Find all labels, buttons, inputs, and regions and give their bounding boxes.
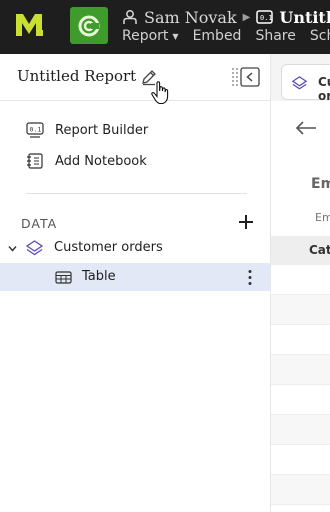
- tree-item-table-label: Table: [82, 269, 116, 284]
- menu-schedule[interactable]: Schedule: [310, 28, 330, 44]
- data-section-title: DATA: [21, 216, 58, 231]
- chevron-down-icon[interactable]: [8, 244, 17, 253]
- table-row: [271, 355, 330, 385]
- hand-cursor-icon: [151, 81, 169, 105]
- table-row: [271, 445, 330, 475]
- table-icon: [55, 271, 72, 284]
- table-row: [271, 265, 330, 295]
- add-icon[interactable]: [238, 214, 254, 230]
- report-title[interactable]: Untitled Report: [17, 67, 136, 85]
- nav-add-notebook[interactable]: Add Notebook: [26, 150, 147, 172]
- tree-item-customer-orders-label: Customer orders: [54, 240, 163, 255]
- empty-subtext: Empty: [315, 211, 330, 224]
- breadcrumb-report-title[interactable]: Untitled Report: [279, 8, 330, 27]
- menu-report[interactable]: Report ▼: [122, 28, 179, 44]
- table-row: [271, 295, 330, 325]
- table-row: [271, 325, 330, 355]
- right-panel: Customer orders Empty Empty Category: [271, 54, 330, 512]
- nav-add-notebook-label: Add Notebook: [55, 153, 147, 169]
- back-arrow-icon[interactable]: [295, 121, 317, 135]
- app-badge[interactable]: [70, 7, 108, 44]
- collapse-panel-icon[interactable]: [232, 67, 260, 87]
- menu-embed[interactable]: Embed: [193, 28, 242, 44]
- dataset-icon: [26, 240, 43, 256]
- report-menu: Report ▼ Embed Share Schedule: [122, 28, 330, 44]
- nav-report-builder[interactable]: 0.1 Report Builder: [26, 119, 148, 141]
- mode-logo-icon[interactable]: [14, 10, 44, 40]
- breadcrumb-user[interactable]: Sam Novak: [144, 8, 237, 27]
- caret-down-icon: ▼: [172, 31, 179, 41]
- results-sheet: Empty Empty Category: [271, 101, 330, 512]
- user-icon: [123, 10, 137, 24]
- table-header-row: Category: [271, 236, 330, 265]
- tab-customer-orders[interactable]: Customer orders: [281, 64, 330, 103]
- top-bar: Sam Novak ▶ 0.1 Untitled Report Report ▼…: [0, 0, 330, 54]
- column-header-category[interactable]: Category: [309, 243, 330, 257]
- tree-item-table[interactable]: Table: [0, 263, 270, 291]
- report-icon: 0.1: [256, 10, 274, 24]
- left-panel: Untitled Report 0.1 Report Builder Add N…: [0, 54, 271, 512]
- svg-text:0.1: 0.1: [260, 14, 273, 22]
- breadcrumb-separator-icon: ▶: [242, 11, 251, 23]
- panel-header: Untitled Report: [0, 54, 271, 105]
- dataset-icon: [292, 76, 307, 90]
- table-row: [271, 385, 330, 415]
- table-row: [271, 475, 330, 505]
- notebook-icon: [27, 153, 43, 169]
- breadcrumb: Sam Novak ▶ 0.1 Untitled Report: [122, 6, 330, 28]
- tab-label: Customer orders: [318, 75, 330, 103]
- table-row: [271, 505, 330, 512]
- empty-heading: Empty: [311, 176, 330, 192]
- nav-report-builder-label: Report Builder: [55, 122, 149, 138]
- svg-text:0.1: 0.1: [30, 126, 42, 134]
- table-row: [271, 415, 330, 445]
- report-builder-icon: 0.1: [26, 122, 44, 138]
- menu-report-label: Report: [122, 28, 169, 44]
- app-c-icon: [78, 15, 100, 37]
- more-options-icon[interactable]: [247, 269, 253, 286]
- divider: [26, 193, 247, 194]
- menu-share[interactable]: Share: [255, 28, 295, 44]
- tree-item-customer-orders[interactable]: Customer orders: [0, 234, 270, 262]
